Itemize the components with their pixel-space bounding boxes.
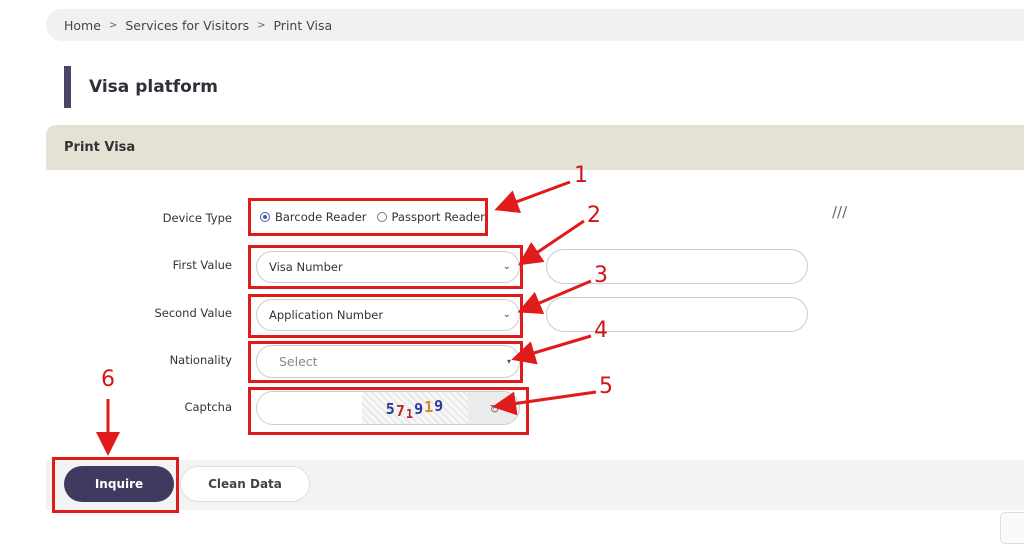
annotation-arrow-1	[494, 180, 571, 213]
annotation-arrow-4	[511, 334, 592, 365]
annotation-arrow-5	[492, 390, 597, 416]
annotation-arrow-3	[517, 279, 592, 314]
annotation-arrow-2	[518, 219, 585, 266]
annotation-arrows	[96, 180, 597, 456]
